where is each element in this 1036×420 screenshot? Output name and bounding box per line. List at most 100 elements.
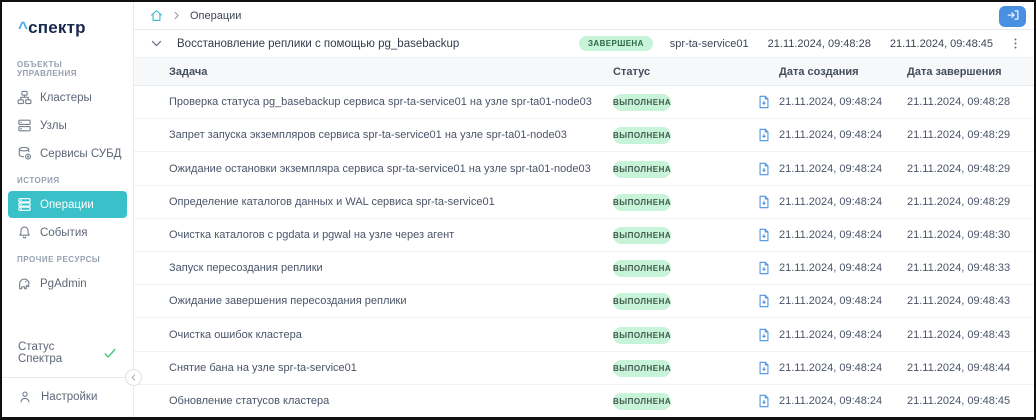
sidebar-section: ПРОЧИЕ РЕСУРСЫ PgAdmin <box>2 247 133 297</box>
log-file-icon[interactable] <box>757 95 771 109</box>
sidebar-item-label: Сервисы СУБД <box>40 148 121 160</box>
log-file-icon[interactable] <box>757 228 771 242</box>
table-header: Задача Статус Дата создания Дата заверше… <box>134 58 1034 86</box>
table-row: Очистка ошибок кластера ВЫПОЛНЕНА 21.11.… <box>134 318 1034 351</box>
col-header-completed: Дата завершения <box>907 66 1034 78</box>
nodes-icon <box>17 118 32 133</box>
task-table-body: Проверка статуса pg_basebackup сервиса s… <box>134 86 1034 417</box>
sidebar-section-label: ИСТОРИЯ <box>2 168 133 190</box>
task-status-badge: ВЫПОЛНЕНА <box>613 94 671 111</box>
table-row: Ожидание завершения пересоздания реплики… <box>134 285 1034 318</box>
table-row: Очистка каталогов с pgdata и pgwal на уз… <box>134 219 1034 252</box>
task-created-date: 21.11.2024, 09:48:24 <box>779 96 907 108</box>
log-file-icon[interactable] <box>757 162 771 176</box>
log-file-icon[interactable] <box>757 195 771 209</box>
operation-summary-row[interactable]: Восстановление реплики с помощью pg_base… <box>134 30 1034 58</box>
breadcrumb-current[interactable]: Операции <box>190 10 241 22</box>
settings-button[interactable]: Настройки <box>2 378 133 417</box>
sidebar-item-nodes[interactable]: Узлы <box>8 112 127 139</box>
check-icon <box>103 346 117 360</box>
task-name: Очистка каталогов с pgdata и pgwal на уз… <box>169 229 613 241</box>
sidebar-item-label: События <box>40 227 87 239</box>
task-completed-date: 21.11.2024, 09:48:43 <box>907 295 1034 307</box>
operation-title: Восстановление реплики с помощью pg_base… <box>177 38 579 50</box>
task-status-badge: ВЫПОЛНЕНА <box>613 194 671 211</box>
sidebar-section-label: ПРОЧИЕ РЕСУРСЫ <box>2 247 133 269</box>
sidebar-item-label: PgAdmin <box>40 278 87 290</box>
task-completed-date: 21.11.2024, 09:48:29 <box>907 196 1034 208</box>
task-name: Проверка статуса pg_basebackup сервиса s… <box>169 96 613 108</box>
task-created-date: 21.11.2024, 09:48:24 <box>779 329 907 341</box>
task-completed-date: 21.11.2024, 09:48:44 <box>907 362 1034 374</box>
task-name: Запуск пересоздания реплики <box>169 262 613 274</box>
task-name: Снятие бана на узле spr-ta-service01 <box>169 362 613 374</box>
task-completed-date: 21.11.2024, 09:48:30 <box>907 229 1034 241</box>
sidebar-item-clusters[interactable]: Кластеры <box>8 84 127 111</box>
table-row: Ожидание остановки экземпляра сервиса sp… <box>134 152 1034 185</box>
task-completed-date: 21.11.2024, 09:48:45 <box>907 395 1034 407</box>
chevron-down-icon[interactable] <box>150 37 163 50</box>
sidebar-section: ИСТОРИЯ Операции События <box>2 168 133 246</box>
task-name: Ожидание остановки экземпляра сервиса sp… <box>169 163 613 175</box>
app-window: ^спектр ОБЪЕКТЫ УПРАВЛЕНИЯ Кластеры Узлы… <box>0 0 1036 420</box>
log-file-icon[interactable] <box>757 328 771 342</box>
sidebar-item-operations[interactable]: Операции <box>8 191 127 218</box>
task-name: Определение каталогов данных и WAL серви… <box>169 196 613 208</box>
logout-button[interactable] <box>999 6 1026 27</box>
task-created-date: 21.11.2024, 09:48:24 <box>779 262 907 274</box>
pgadmin-elephant-icon <box>17 276 32 291</box>
task-completed-date: 21.11.2024, 09:48:29 <box>907 129 1034 141</box>
chevron-right-icon <box>172 11 181 20</box>
task-created-date: 21.11.2024, 09:48:24 <box>779 229 907 241</box>
sidebar-item-label: Узлы <box>40 120 67 132</box>
log-file-icon[interactable] <box>757 128 771 142</box>
sidebar-divider <box>2 377 133 378</box>
table-row: Проверка статуса pg_basebackup сервиса s… <box>134 86 1034 119</box>
operation-completed-date: 21.11.2024, 09:48:45 <box>890 38 993 50</box>
col-header-task: Задача <box>169 66 613 78</box>
operation-status-badge: ЗАВЕРШЕНА <box>579 36 653 51</box>
person-icon <box>18 390 32 404</box>
sidebar-section: ОБЪЕКТЫ УПРАВЛЕНИЯ Кластеры Узлы Сервисы… <box>2 52 133 167</box>
sidebar-nav: ОБЪЕКТЫ УПРАВЛЕНИЯ Кластеры Узлы Сервисы… <box>2 52 133 298</box>
task-status-badge: ВЫПОЛНЕНА <box>613 393 671 410</box>
task-status-badge: ВЫПОЛНЕНА <box>613 327 671 344</box>
col-header-created: Дата создания <box>779 66 907 78</box>
sidebar-item-pgadmin[interactable]: PgAdmin <box>8 270 127 297</box>
sidebar-item-events[interactable]: События <box>8 219 127 246</box>
sidebar-item-dbms-services[interactable]: Сервисы СУБД <box>8 140 127 167</box>
task-name: Ожидание завершения пересоздания реплики <box>169 295 613 307</box>
col-header-status: Статус <box>613 66 757 78</box>
log-file-icon[interactable] <box>757 361 771 375</box>
task-completed-date: 21.11.2024, 09:48:33 <box>907 262 1034 274</box>
task-status-badge: ВЫПОЛНЕНА <box>613 293 671 310</box>
main-area: Операции Восстановление реплики с помощь… <box>134 2 1034 417</box>
table-row: Снятие бана на узле spr-ta-service01 ВЫП… <box>134 352 1034 385</box>
spektr-status-label: Статус Спектра <box>18 341 94 365</box>
brand-caret: ^ <box>18 18 28 37</box>
log-file-icon[interactable] <box>757 394 771 408</box>
spektr-status: Статус Спектра <box>2 331 133 377</box>
sidebar-bottom: Статус Спектра Настройки <box>2 331 133 417</box>
home-icon[interactable] <box>150 9 163 22</box>
kebab-menu-icon[interactable] <box>1006 37 1024 50</box>
task-status-badge: ВЫПОЛНЕНА <box>613 260 671 277</box>
database-gear-icon <box>17 146 32 161</box>
cluster-icon <box>17 90 32 105</box>
task-status-badge: ВЫПОЛНЕНА <box>613 227 671 244</box>
sidebar-collapse-button[interactable] <box>125 369 142 386</box>
brand-logo: ^спектр <box>2 14 133 52</box>
log-file-icon[interactable] <box>757 294 771 308</box>
table-row: Определение каталогов данных и WAL серви… <box>134 186 1034 219</box>
breadcrumb-bar: Операции <box>134 2 1034 30</box>
task-name: Очистка ошибок кластера <box>169 329 613 341</box>
sidebar-item-label: Операции <box>40 199 94 211</box>
task-status-badge: ВЫПОЛНЕНА <box>613 127 671 144</box>
operations-icon <box>17 197 32 212</box>
log-file-icon[interactable] <box>757 261 771 275</box>
task-created-date: 21.11.2024, 09:48:24 <box>779 295 907 307</box>
sidebar-section-label: ОБЪЕКТЫ УПРАВЛЕНИЯ <box>2 52 133 83</box>
settings-label: Настройки <box>41 391 97 403</box>
operation-service: spr-ta-service01 <box>670 38 749 50</box>
task-created-date: 21.11.2024, 09:48:24 <box>779 129 907 141</box>
